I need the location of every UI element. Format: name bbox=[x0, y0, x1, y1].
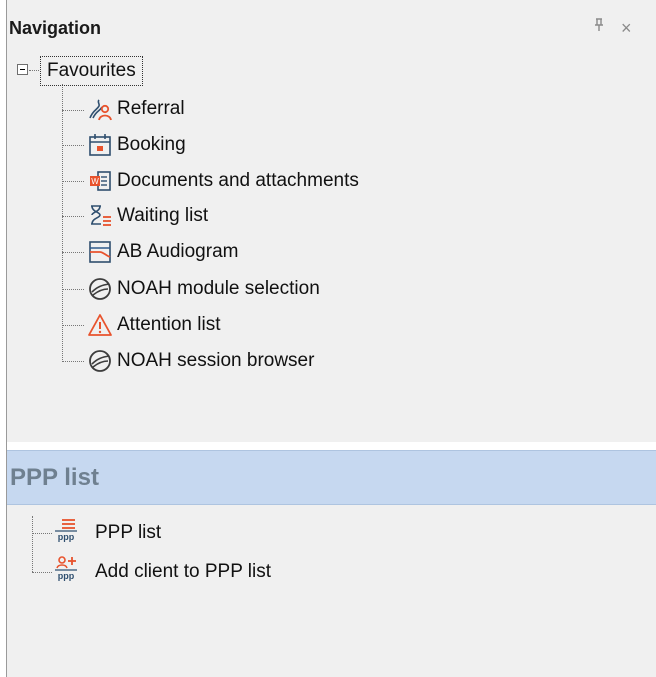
warning-triangle-icon bbox=[87, 312, 113, 338]
tree-connector bbox=[62, 216, 84, 217]
noah-icon bbox=[87, 348, 113, 374]
tree-connector bbox=[32, 516, 33, 572]
waiting-list-icon bbox=[87, 203, 113, 229]
tree-connector bbox=[32, 572, 52, 573]
audiogram-icon bbox=[87, 239, 113, 265]
ppp-panel: PPP list ppp PPP list ppp Add client to … bbox=[7, 450, 656, 677]
ppp-header[interactable]: PPP list bbox=[7, 450, 656, 505]
tree-connector bbox=[62, 145, 84, 146]
navigation-header: Navigation × bbox=[7, 0, 656, 48]
tree-connector bbox=[62, 361, 84, 362]
tree-connector bbox=[62, 84, 63, 362]
window-edge bbox=[0, 0, 7, 677]
navigation-title: Navigation bbox=[9, 18, 102, 38]
tree-connector bbox=[62, 181, 84, 182]
nav-item-referral[interactable]: Referral bbox=[117, 97, 185, 121]
ppp-item-add-client[interactable]: Add client to PPP list bbox=[95, 560, 271, 584]
nav-item-attention-list[interactable]: Attention list bbox=[117, 313, 221, 337]
navigation-panel: Navigation × Favourites Referral Booking… bbox=[7, 0, 656, 442]
tree-connector bbox=[29, 70, 39, 71]
tree-connector bbox=[62, 325, 84, 326]
tree-connector bbox=[62, 110, 84, 111]
nav-item-waiting-list[interactable]: Waiting list bbox=[117, 204, 208, 228]
nav-item-booking[interactable]: Booking bbox=[117, 133, 186, 157]
tree-connector bbox=[62, 289, 84, 290]
add-client-ppp-icon: ppp bbox=[53, 556, 79, 582]
nav-item-noah-module-selection[interactable]: NOAH module selection bbox=[117, 277, 320, 301]
nav-item-documents[interactable]: Documents and attachments bbox=[117, 169, 359, 193]
ppp-list-icon: ppp bbox=[53, 517, 79, 543]
tree-connector bbox=[62, 252, 84, 253]
collapse-toggle-icon[interactable] bbox=[17, 64, 28, 75]
documents-icon: W bbox=[87, 168, 113, 194]
nav-item-noah-session-browser[interactable]: NOAH session browser bbox=[117, 349, 314, 373]
panel-divider[interactable] bbox=[7, 442, 656, 450]
referral-icon bbox=[87, 96, 113, 122]
noah-icon bbox=[87, 276, 113, 302]
favourites-node[interactable]: Favourites bbox=[40, 56, 143, 86]
svg-text:W: W bbox=[91, 177, 99, 186]
app-root: Navigation × Favourites Referral Booking… bbox=[0, 0, 656, 677]
tree-connector bbox=[32, 533, 52, 534]
svg-text:ppp: ppp bbox=[58, 571, 75, 581]
nav-item-audiogram[interactable]: AB Audiogram bbox=[117, 240, 238, 264]
svg-text:ppp: ppp bbox=[58, 532, 75, 542]
pin-icon[interactable] bbox=[593, 18, 605, 38]
ppp-title: PPP list bbox=[10, 464, 99, 491]
close-icon[interactable]: × bbox=[621, 18, 632, 38]
ppp-item-list[interactable]: PPP list bbox=[95, 521, 161, 545]
booking-calendar-icon bbox=[87, 132, 113, 158]
